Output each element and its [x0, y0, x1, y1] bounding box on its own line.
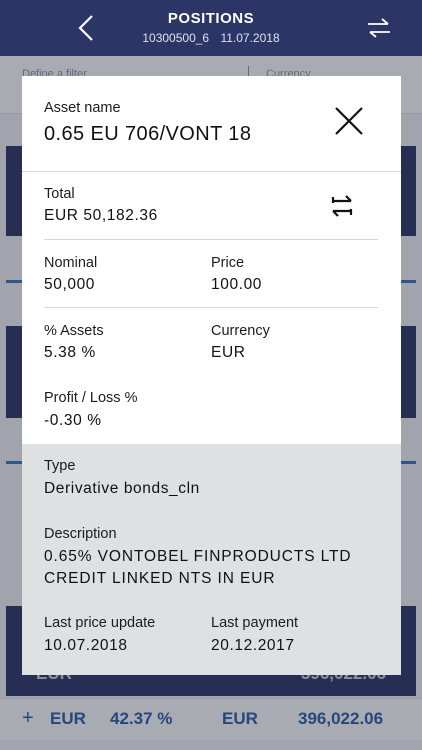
- last-payment-label: Last payment: [211, 615, 299, 631]
- header-title-group: POSITIONS 10300500_6 11.07.2018: [100, 10, 322, 45]
- page-title: POSITIONS: [167, 10, 255, 27]
- divider: [44, 239, 378, 240]
- price-label: Price: [211, 255, 245, 271]
- assets-percent-value: 5.38 %: [44, 344, 96, 361]
- subtitle-date: 11.07.2018: [220, 31, 280, 45]
- description-line-1: 0.65% VONTOBEL FINPRODUCTS LTD: [44, 548, 352, 565]
- type-label: Type: [44, 458, 76, 474]
- total-value: EUR 50,182.36: [44, 207, 158, 224]
- price-value: 100.00: [211, 276, 263, 293]
- currency-label: Currency: [211, 323, 270, 339]
- last-price-update-label: Last price update: [44, 615, 156, 631]
- page-subtitle: 10300500_6 11.07.2018: [100, 31, 322, 45]
- last-payment-value: 20.12.2017: [211, 637, 295, 654]
- type-value: Derivative bonds_cln: [44, 480, 200, 497]
- divider: [22, 171, 401, 172]
- divider: [44, 307, 378, 308]
- swap-arrows-icon[interactable]: [327, 191, 357, 221]
- details-section: Type Derivative bonds_cln Description 0.…: [22, 444, 401, 675]
- chevron-left-icon[interactable]: [74, 14, 98, 42]
- last-price-update-value: 10.07.2018: [44, 637, 128, 654]
- swap-arrows-icon[interactable]: [364, 16, 394, 40]
- asset-name-label: Asset name: [44, 100, 121, 116]
- profit-loss-label: Profit / Loss %: [44, 390, 138, 406]
- position-detail-modal: Asset name 0.65 EU 706/VONT 18 Total EUR…: [22, 76, 401, 675]
- assets-percent-label: % Assets: [44, 323, 104, 339]
- asset-name-value: 0.65 EU 706/VONT 18: [44, 123, 252, 145]
- currency-value: EUR: [211, 344, 246, 361]
- nominal-label: Nominal: [44, 255, 98, 271]
- app-header: POSITIONS 10300500_6 11.07.2018: [0, 0, 422, 56]
- profit-loss-value: -0.30 %: [44, 412, 102, 429]
- close-icon[interactable]: [332, 104, 366, 138]
- total-label: Total: [44, 186, 75, 202]
- description-line-2: CREDIT LINKED NTS IN EUR: [44, 570, 276, 587]
- nominal-value: 50,000: [44, 276, 96, 293]
- description-label: Description: [44, 526, 117, 542]
- account-number: 10300500_6: [142, 31, 210, 45]
